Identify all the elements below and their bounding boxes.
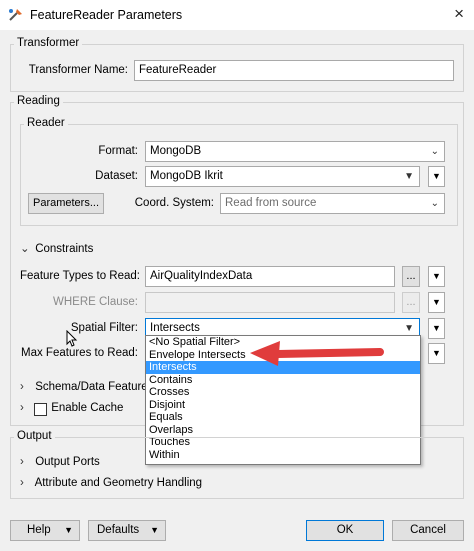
feature-types-input[interactable]: AirQualityIndexData: [145, 266, 395, 287]
reading-group-label: Reading: [14, 95, 63, 107]
dropdown-arrow-icon: ▼: [150, 525, 159, 535]
constraints-label: Constraints: [35, 243, 94, 255]
transformer-group-label: Transformer: [14, 37, 83, 49]
schema-features-header[interactable]: › Schema/Data Features: [20, 381, 153, 393]
transformer-name-label: Transformer Name:: [28, 64, 128, 76]
close-icon[interactable]: ×: [454, 4, 464, 24]
window-title: FeatureReader Parameters: [30, 8, 183, 22]
output-ports-label: Output Ports: [35, 456, 100, 468]
chevron-right-icon: ›: [20, 402, 24, 414]
mouse-cursor-icon: [66, 330, 78, 347]
max-features-menu-button[interactable]: ▼: [428, 343, 445, 364]
title-bar: FeatureReader Parameters ×: [0, 0, 474, 30]
spatial-filter-value: Intersects: [150, 322, 200, 334]
chevron-right-icon: ›: [20, 477, 24, 489]
attr-geom-label: Attribute and Geometry Handling: [34, 477, 203, 489]
max-features-label: Max Features to Read:: [21, 347, 138, 359]
defaults-button-label: Defaults: [97, 524, 140, 536]
transformer-name-input[interactable]: FeatureReader: [134, 60, 454, 81]
option-disjoint[interactable]: Disjoint: [146, 399, 420, 412]
format-select[interactable]: MongoDB ⌄: [145, 141, 445, 162]
enable-cache-checkbox[interactable]: [34, 403, 47, 416]
option-crosses[interactable]: Crosses: [146, 386, 420, 399]
where-clause-menu-button[interactable]: ▼: [428, 292, 445, 313]
where-clause-input: [145, 292, 395, 313]
chevron-down-icon: ⌄: [20, 243, 30, 255]
schema-features-label: Schema/Data Features: [35, 381, 154, 393]
output-group: [10, 437, 464, 499]
dropdown-arrow-icon: ▼: [404, 171, 414, 182]
spatial-filter-menu-button[interactable]: ▼: [428, 318, 445, 339]
parameters-button[interactable]: Parameters...: [28, 193, 104, 214]
constraints-header[interactable]: ⌄ Constraints: [20, 241, 93, 255]
where-clause-browse-button: ...: [402, 292, 420, 313]
help-button[interactable]: Help ▼: [10, 520, 80, 541]
feature-types-menu-button[interactable]: ▼: [428, 266, 445, 287]
option-contains[interactable]: Contains: [146, 374, 420, 387]
attr-geom-header[interactable]: › Attribute and Geometry Handling: [20, 477, 202, 489]
coord-system-label: Coord. System:: [134, 197, 214, 209]
defaults-button[interactable]: Defaults ▼: [88, 520, 166, 541]
option-equals[interactable]: Equals: [146, 411, 420, 424]
help-button-label: Help: [27, 524, 51, 536]
cancel-button[interactable]: Cancel: [392, 520, 464, 541]
feature-types-label: Feature Types to Read:: [20, 270, 140, 282]
feature-types-browse-button[interactable]: ...: [402, 266, 420, 287]
dataset-label: Dataset:: [95, 170, 138, 182]
chevron-down-icon: ⌄: [430, 146, 439, 157]
spatial-filter-label: Spatial Filter:: [70, 322, 138, 334]
chevron-down-icon: ⌄: [430, 198, 439, 209]
coord-system-placeholder: Read from source: [225, 197, 317, 209]
dataset-options-button[interactable]: ▼: [428, 166, 445, 187]
dataset-select[interactable]: MongoDB Ikrit ▼: [145, 166, 420, 187]
ok-button[interactable]: OK: [306, 520, 384, 541]
reader-group-label: Reader: [24, 117, 68, 129]
enable-cache-label: Enable Cache: [51, 402, 124, 414]
chevron-right-icon: ›: [20, 381, 24, 393]
where-clause-label: WHERE Clause:: [53, 296, 138, 308]
output-ports-header[interactable]: › Output Ports: [20, 456, 100, 468]
output-group-label: Output: [14, 430, 55, 442]
format-select-value: MongoDB: [150, 145, 202, 157]
enable-cache-row[interactable]: › Enable Cache: [20, 402, 124, 416]
annotation-arrow-icon: [250, 341, 384, 366]
option-overlaps[interactable]: Overlaps: [146, 424, 420, 437]
chevron-right-icon: ›: [20, 456, 24, 468]
dataset-select-value: MongoDB Ikrit: [150, 170, 223, 182]
dropdown-arrow-icon: ▼: [64, 525, 73, 535]
coord-system-select[interactable]: Read from source ⌄: [220, 193, 445, 214]
format-label: Format:: [98, 145, 138, 157]
featurereader-app-icon: [9, 9, 22, 21]
